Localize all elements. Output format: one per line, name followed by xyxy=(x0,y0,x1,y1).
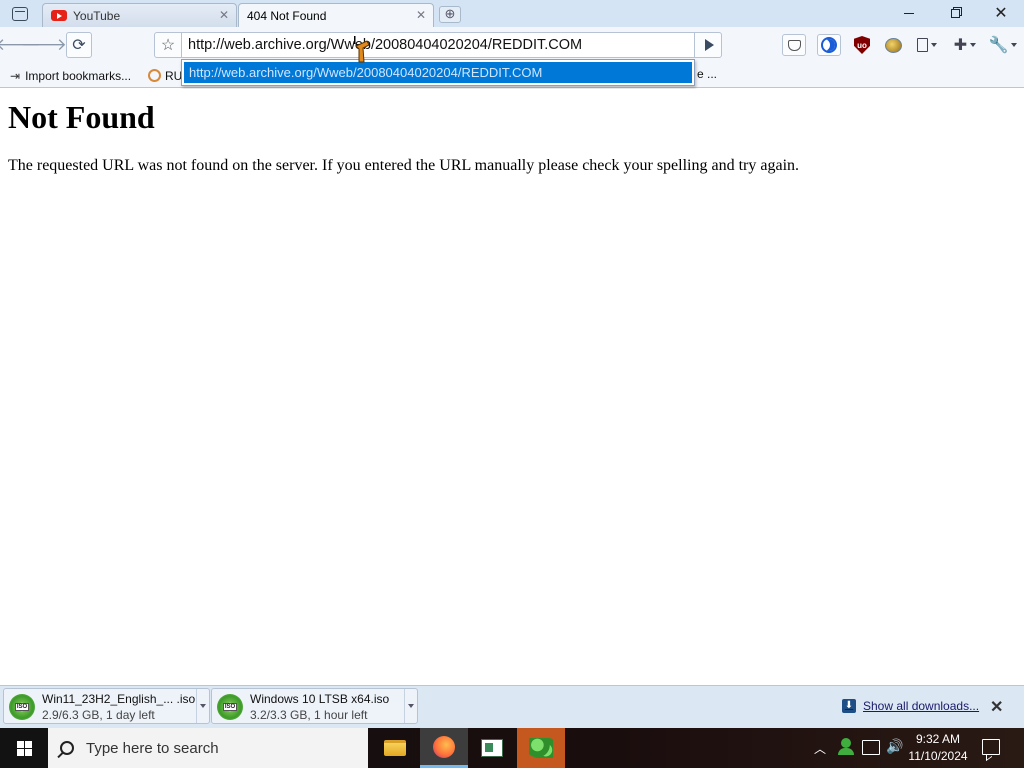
news-icon xyxy=(481,739,503,757)
download-arrow-icon: ⬇ xyxy=(842,699,856,713)
user-tray-icon[interactable] xyxy=(838,738,854,756)
start-button[interactable] xyxy=(0,728,48,768)
taskbar: Type here to search ︿ 🔊 9:32 AM 11/10/20… xyxy=(0,728,1024,768)
go-button[interactable] xyxy=(694,32,722,58)
close-tab-icon[interactable]: ✕ xyxy=(414,8,428,22)
minimize-icon xyxy=(904,12,914,14)
reload-button[interactable]: ⟳ xyxy=(66,32,92,58)
windows-logo-icon xyxy=(16,740,32,756)
tab-youtube[interactable]: YouTube ✕ xyxy=(42,3,237,27)
page-title: Not Found xyxy=(8,99,155,135)
clock-date: 11/10/2024 xyxy=(908,749,968,763)
download-options-button[interactable] xyxy=(196,689,209,723)
download-options-button[interactable] xyxy=(404,689,417,723)
bookmark-favicon-icon xyxy=(148,69,161,82)
address-suggestion-dropdown: http://web.archive.org/Wweb/200804040202… xyxy=(181,59,695,86)
chevron-down-icon xyxy=(408,704,414,708)
search-placeholder: Type here to search xyxy=(86,739,219,757)
dark-mode-extension-button[interactable] xyxy=(817,34,841,56)
download-filename: Win11_23H2_English_... .iso xyxy=(42,692,196,706)
iso-file-icon: ISO xyxy=(9,694,35,720)
chevron-down-icon xyxy=(970,43,977,47)
search-icon xyxy=(60,741,74,755)
page-icon xyxy=(917,38,928,52)
moon-icon xyxy=(821,37,837,53)
bookmark-label: RU xyxy=(165,68,183,83)
download-item[interactable]: ISO Windows 10 LTSB x64.iso 3.2/3.3 GB, … xyxy=(211,688,418,724)
tab-menu-icon xyxy=(12,7,28,21)
tab-404-not-found[interactable]: 404 Not Found ✕ xyxy=(238,3,434,28)
bookmark-import[interactable]: ⇥ Import bookmarks... xyxy=(10,67,131,84)
new-tab-button[interactable]: ⊕ xyxy=(439,6,461,23)
tab-title: 404 Not Found xyxy=(247,9,327,23)
download-shelf: ISO Win11_23H2_English_... .iso 2.9/6.3 … xyxy=(0,685,1024,728)
news-taskbar-button[interactable] xyxy=(468,728,516,768)
people-taskbar-button[interactable] xyxy=(517,728,565,768)
people-icon xyxy=(529,738,553,758)
pocket-extension-button[interactable] xyxy=(782,34,806,56)
bookmark-label: Import bookmarks... xyxy=(25,68,132,83)
notification-center-icon[interactable] xyxy=(982,739,1000,755)
play-arrow-icon xyxy=(704,39,714,51)
clock-time: 9:32 AM xyxy=(915,732,961,746)
volume-icon[interactable]: 🔊 xyxy=(886,738,903,755)
taskbar-search[interactable]: Type here to search xyxy=(48,728,368,768)
settings-menu-button[interactable]: 🔧 xyxy=(987,34,1019,56)
import-icon: ⇥ xyxy=(10,68,21,83)
close-tab-icon[interactable]: ✕ xyxy=(217,8,231,22)
restore-button[interactable] xyxy=(932,0,978,26)
iso-file-icon: ISO xyxy=(217,694,243,720)
close-window-button[interactable]: ✕ xyxy=(978,0,1024,26)
download-status: 2.9/6.3 GB, 1 day left xyxy=(42,708,155,722)
suggestion-item[interactable]: http://web.archive.org/Wweb/200804040202… xyxy=(184,62,692,83)
chevron-down-icon xyxy=(1011,43,1018,47)
navigation-toolbar: 🡐 🡒 ⟳ ☆ http://web.archive.org/Wweb/2008… xyxy=(0,27,1024,63)
cursor-icon xyxy=(354,36,370,63)
tab-title: YouTube xyxy=(73,8,121,23)
error-message: The requested URL was not found on the s… xyxy=(8,157,800,174)
forward-button[interactable]: 🡒 xyxy=(21,32,67,58)
bookmark-star-icon[interactable]: ☆ xyxy=(154,32,182,58)
puzzle-icon: ✚ xyxy=(953,37,968,54)
page-menu-button[interactable] xyxy=(912,34,942,56)
show-hidden-icons-button[interactable]: ︿ xyxy=(814,740,826,757)
ublock-shield-icon: uo xyxy=(854,36,870,54)
file-explorer-taskbar-button[interactable] xyxy=(371,728,419,768)
page-content: Not Found The requested URL was not foun… xyxy=(0,89,1024,685)
tab-menu-button[interactable] xyxy=(6,3,34,25)
extensions-menu-button[interactable]: ✚ xyxy=(950,34,980,56)
bookmark-ru[interactable]: RU xyxy=(148,67,182,84)
download-status: 3.2/3.3 GB, 1 hour left xyxy=(250,708,368,722)
globe-extension-button[interactable] xyxy=(881,34,905,56)
title-bar: YouTube ✕ 404 Not Found ✕ ⊕ ✕ xyxy=(0,0,1024,28)
globe-icon xyxy=(884,37,902,53)
wrench-icon: 🔧 xyxy=(988,37,1009,54)
youtube-icon xyxy=(51,10,67,21)
folder-icon xyxy=(384,740,406,756)
chevron-down-icon xyxy=(931,43,937,47)
address-bar[interactable]: http://web.archive.org/Wweb/200804040202… xyxy=(181,32,695,58)
close-download-shelf-button[interactable]: ✕ xyxy=(990,697,1003,717)
bookmark-truncated[interactable]: e ... xyxy=(697,67,717,81)
ublock-extension-button[interactable]: uo xyxy=(850,34,874,56)
system-clock[interactable]: 9:32 AM 11/10/2024 xyxy=(906,731,970,765)
restore-icon xyxy=(950,8,960,18)
show-all-label: Show all downloads... xyxy=(863,699,980,713)
chevron-down-icon xyxy=(200,704,206,708)
download-filename: Windows 10 LTSB x64.iso xyxy=(250,692,390,706)
network-icon[interactable] xyxy=(862,740,880,755)
firefox-icon xyxy=(433,735,455,758)
show-all-downloads-link[interactable]: ⬇ Show all downloads... xyxy=(842,699,979,713)
firefox-taskbar-button[interactable] xyxy=(420,728,468,768)
minimize-button[interactable] xyxy=(886,0,932,26)
download-item[interactable]: ISO Win11_23H2_English_... .iso 2.9/6.3 … xyxy=(3,688,210,724)
pocket-icon xyxy=(787,39,801,51)
